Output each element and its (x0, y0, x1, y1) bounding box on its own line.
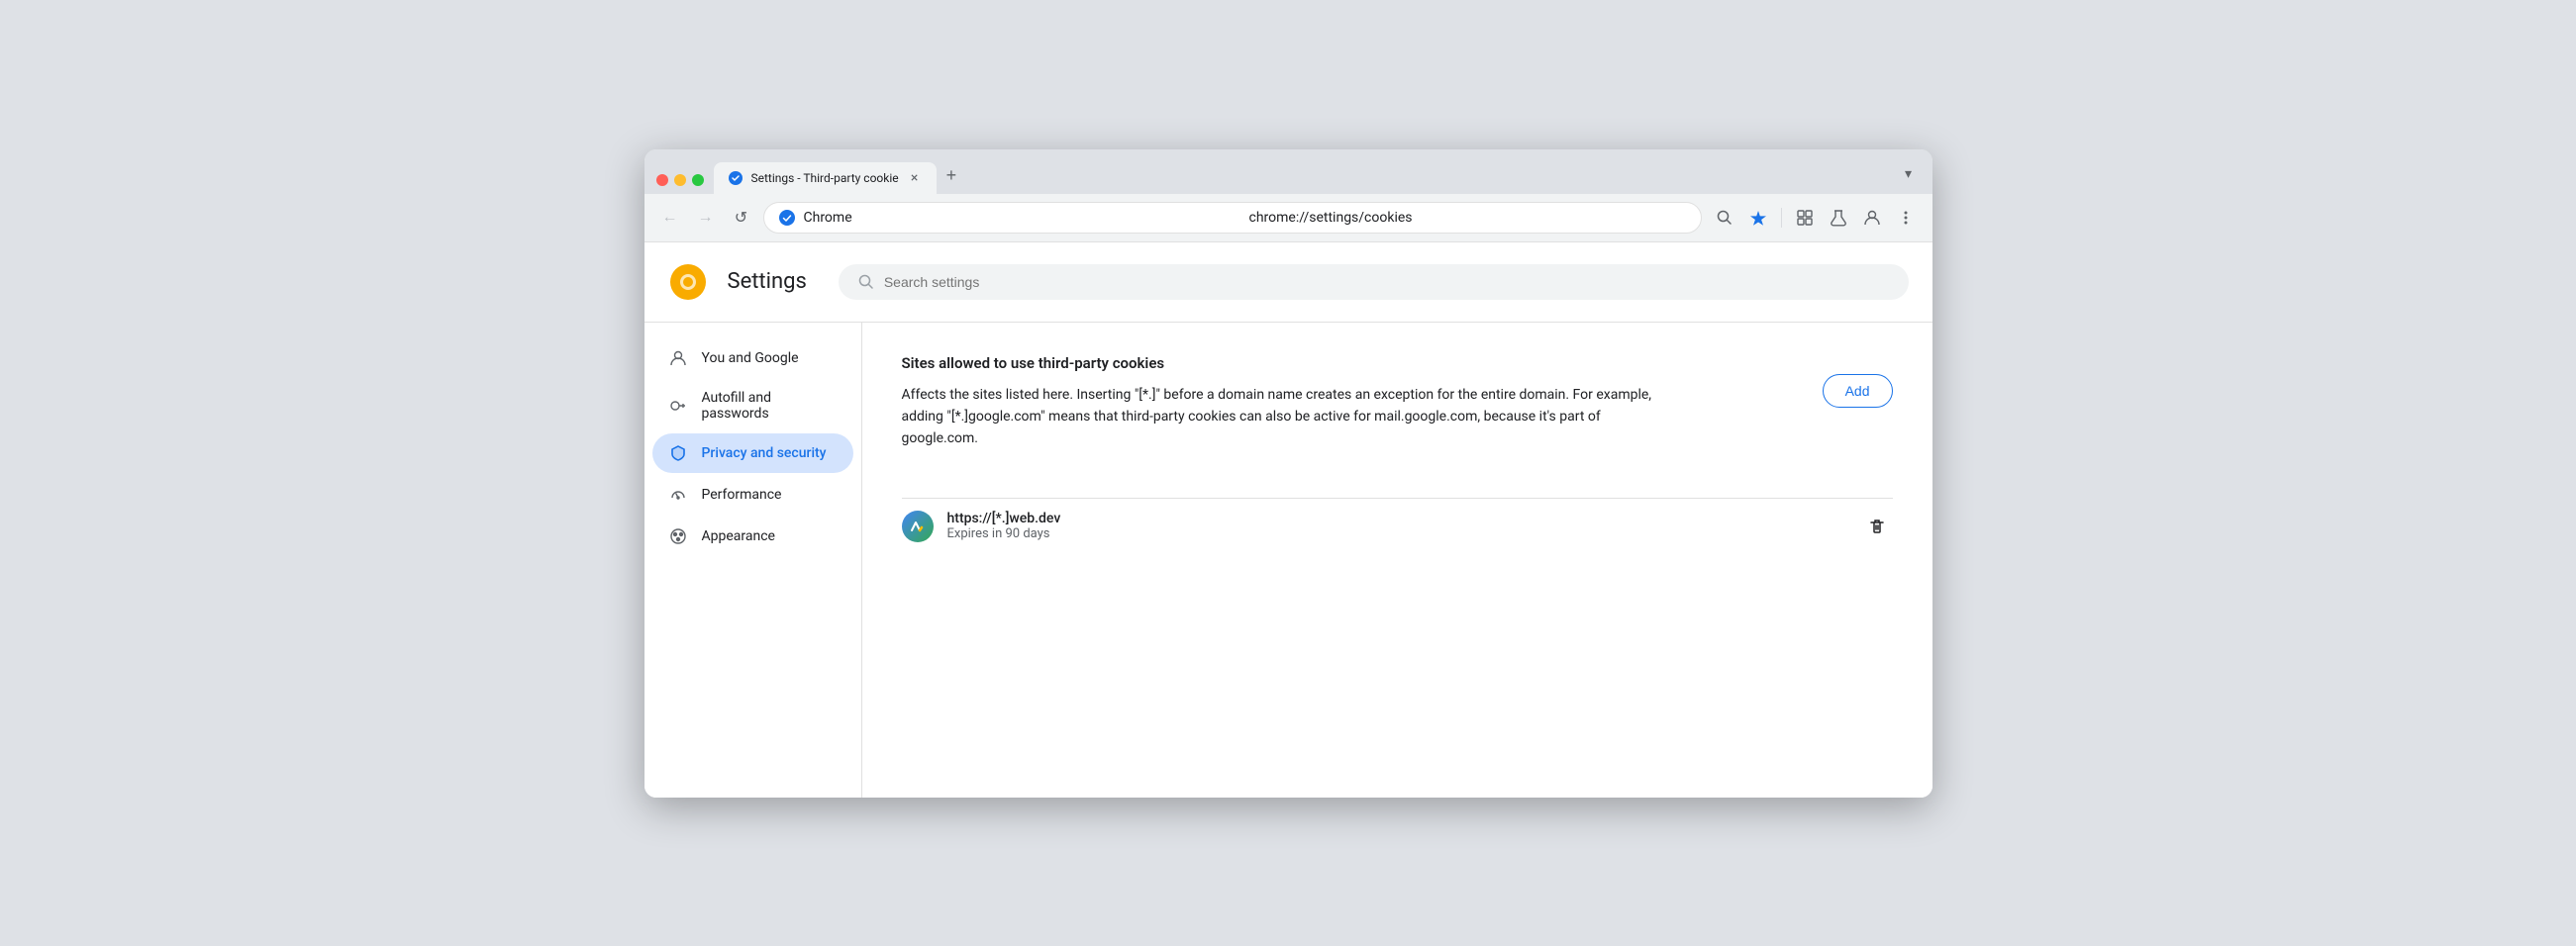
add-button-column: Add (1823, 374, 1893, 408)
shield-icon (668, 443, 688, 463)
chrome-label: Chrome (804, 210, 1241, 226)
sidebar-label-autofill: Autofill and passwords (702, 390, 838, 422)
person-icon (668, 348, 688, 368)
refresh-button[interactable]: ↺ (728, 204, 755, 232)
search-input[interactable] (884, 274, 1889, 290)
search-icon (858, 274, 874, 290)
site-icon (778, 209, 796, 227)
search-bar[interactable] (839, 264, 1909, 300)
extensions-icon-button[interactable] (1790, 203, 1820, 233)
section-header-block: Sites allowed to use third-party cookies… (902, 354, 1893, 474)
sidebar-label-you-and-google: You and Google (702, 350, 799, 366)
cookie-expires: Expires in 90 days (947, 526, 1847, 541)
sidebar-item-you-and-google[interactable]: You and Google (652, 338, 853, 378)
profile-icon-button[interactable] (1857, 203, 1887, 233)
speedometer-icon (668, 485, 688, 505)
back-button[interactable]: ← (656, 204, 684, 232)
sidebar-label-appearance: Appearance (702, 528, 775, 544)
sidebar: You and Google Autofill and passwords (644, 323, 862, 798)
toolbar-divider (1781, 208, 1782, 228)
chevron-down-icon[interactable]: ▾ (1897, 162, 1921, 186)
sidebar-item-privacy[interactable]: Privacy and security (652, 433, 853, 473)
tab-favicon (728, 170, 743, 186)
sidebar-item-performance[interactable]: Performance (652, 475, 853, 515)
tab-title: Settings - Third-party cookie (751, 171, 899, 185)
forward-button[interactable]: → (692, 204, 720, 232)
section-title: Sites allowed to use third-party cookies (902, 354, 1803, 372)
cookie-url: https://[*.]web.dev (947, 511, 1847, 526)
section-description: Affects the sites listed here. Inserting… (902, 384, 1674, 450)
sidebar-label-performance: Performance (702, 487, 782, 503)
site-favicon (902, 511, 934, 542)
page-title: Settings (728, 269, 807, 294)
menu-icon-button[interactable] (1891, 203, 1921, 233)
sidebar-item-autofill[interactable]: Autofill and passwords (652, 380, 853, 431)
window-controls: ▾ (1897, 162, 1921, 186)
browser-window: Settings - Third-party cookie × + ▾ ← → … (644, 149, 1932, 798)
cookie-info: https://[*.]web.dev Expires in 90 days (947, 511, 1847, 541)
minimize-window-button[interactable] (674, 174, 686, 186)
labs-icon-button[interactable] (1824, 203, 1853, 233)
new-tab-button[interactable]: + (937, 159, 967, 192)
delete-cookie-button[interactable] (1861, 511, 1893, 542)
settings-header: Settings (644, 242, 1932, 323)
url-display: chrome://settings/cookies (1249, 210, 1687, 226)
bookmark-star-icon[interactable] (1743, 203, 1773, 233)
toolbar: ← → ↺ Chrome chrome://settings/cookies (644, 194, 1932, 242)
tab-close-button[interactable]: × (907, 170, 923, 186)
add-button[interactable]: Add (1823, 374, 1893, 408)
settings-body: You and Google Autofill and passwords (644, 323, 1932, 798)
toolbar-icons (1710, 203, 1921, 233)
cookie-entry: https://[*.]web.dev Expires in 90 days (902, 498, 1893, 554)
address-bar[interactable]: Chrome chrome://settings/cookies (763, 202, 1702, 234)
maximize-window-button[interactable] (692, 174, 704, 186)
title-bar: Settings - Third-party cookie × + ▾ (644, 149, 1932, 194)
close-window-button[interactable] (656, 174, 668, 186)
active-tab[interactable]: Settings - Third-party cookie × (714, 162, 937, 194)
main-content: Settings Y (644, 242, 1932, 798)
search-icon-button[interactable] (1710, 203, 1739, 233)
settings-logo (668, 262, 708, 302)
sidebar-item-appearance[interactable]: Appearance (652, 517, 853, 556)
key-icon (668, 396, 688, 416)
palette-icon (668, 526, 688, 546)
sidebar-label-privacy: Privacy and security (702, 445, 827, 461)
section-text-block: Sites allowed to use third-party cookies… (902, 354, 1803, 474)
content-area: Sites allowed to use third-party cookies… (862, 323, 1932, 798)
traffic-lights (656, 174, 704, 186)
